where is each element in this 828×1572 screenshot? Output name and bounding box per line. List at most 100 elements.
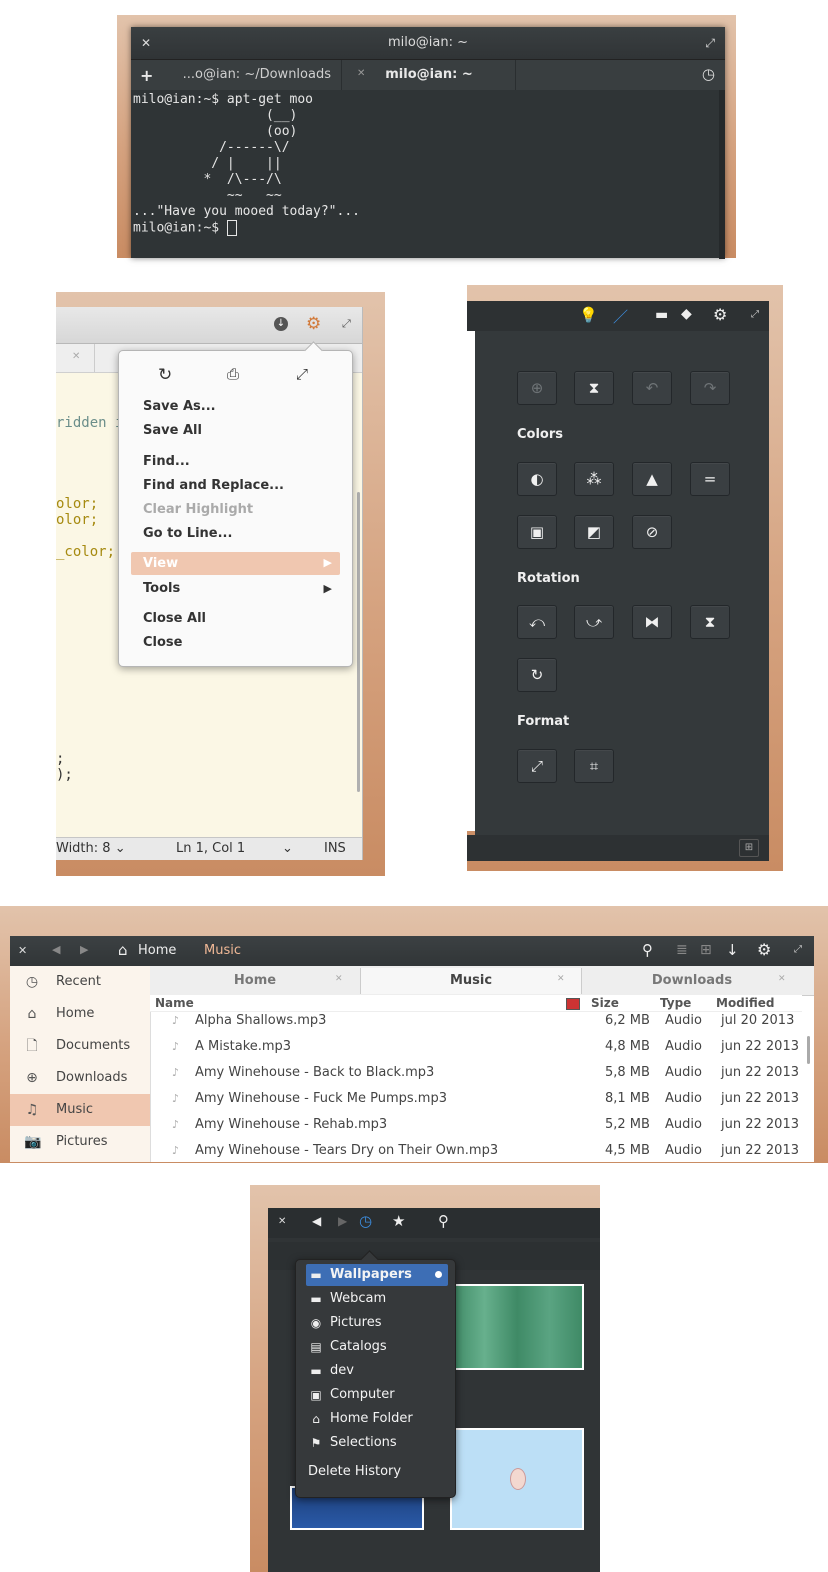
flip-horizontal-button[interactable]: ⧓ (632, 605, 672, 639)
tab-home[interactable]: Home (150, 968, 361, 994)
sidebar-item-music[interactable]: ♫ Music (10, 1094, 150, 1126)
desaturate-button[interactable]: ⊘ (632, 515, 672, 549)
close-icon[interactable]: ✕ (278, 1216, 286, 1227)
sidebar-item-recent[interactable]: ◷ Recent (10, 966, 150, 998)
cursor-position[interactable]: Ln 1, Col 1 (176, 841, 245, 856)
close-icon[interactable]: ✕ (18, 944, 27, 957)
comment-icon[interactable]: ▬ (655, 307, 668, 323)
fullscreen-icon[interactable]: ⤢ (296, 365, 308, 383)
chevron-down-icon[interactable]: ⌄ (282, 841, 293, 856)
terminal-output[interactable]: milo@ian:~$ apt-get moo (__) (oo) /-----… (131, 90, 725, 220)
editor-scrollbar[interactable] (357, 492, 360, 792)
star-icon[interactable]: ★ (392, 1212, 405, 1230)
maximize-icon[interactable]: ⤢ (342, 317, 351, 331)
file-row[interactable]: ♪ Amy Winehouse - Back to Black.mp3 5,8 MB… (150, 1060, 802, 1086)
search-icon[interactable]: ⚲ (438, 1212, 449, 1230)
search-icon[interactable]: ⚲ (642, 941, 653, 959)
menu-item-tools[interactable]: Tools (143, 581, 180, 596)
sidebar-item-documents[interactable]: 🗋 Documents (10, 1030, 150, 1062)
history-item-webcam[interactable]: ▬ Webcam (306, 1288, 448, 1310)
home-icon[interactable]: ⌂ (118, 941, 128, 959)
download-icon[interactable]: ↓ (726, 941, 739, 959)
history-clock-icon[interactable]: ◷ (702, 65, 715, 83)
contrast-button[interactable]: ◐ (517, 462, 557, 496)
maximize-icon[interactable]: ⤢ (751, 309, 759, 320)
menu-item-save-as[interactable]: Save As... (143, 399, 216, 414)
print-icon[interactable]: ⎙ (227, 365, 239, 383)
history-item-home-folder[interactable]: ⌂ Home Folder (306, 1408, 448, 1430)
close-tab-icon[interactable]: ✕ (335, 974, 343, 984)
back-icon[interactable]: ◀ (312, 1214, 321, 1228)
history-item-selections[interactable]: ⚑ Selections (306, 1432, 448, 1454)
forward-icon[interactable]: ▶ (80, 943, 88, 956)
menu-item-find-replace[interactable]: Find and Replace... (143, 478, 284, 493)
sidebar-item-downloads[interactable]: ⊕ Downloads (10, 1062, 150, 1094)
history-clock-icon[interactable]: ◷ (359, 1212, 372, 1230)
tab-music[interactable]: Music (361, 968, 582, 994)
file-name: Alpha Shallows.mp3 (195, 1013, 327, 1028)
history-item-wallpapers[interactable]: ▬ Wallpapers (306, 1264, 448, 1286)
terminal-scrollbar[interactable] (719, 90, 725, 259)
close-icon[interactable]: ✕ (141, 27, 151, 59)
maximize-icon[interactable]: ⤢ (705, 27, 715, 59)
thumbnail[interactable] (450, 1284, 584, 1370)
refresh-icon[interactable]: ↻ (158, 365, 172, 385)
tab-width-selector[interactable]: Width: 8 ⌄ (56, 841, 126, 856)
tag-icon[interactable]: ◆ (681, 306, 692, 322)
flip-vertical-button[interactable]: ⧗ (690, 605, 730, 639)
menu-item-save-all[interactable]: Save All (143, 423, 202, 438)
grid-view-icon[interactable]: ⊞ (700, 942, 712, 958)
menu-item-find[interactable]: Find... (143, 454, 190, 469)
new-tab-button[interactable]: + (140, 66, 153, 85)
menu-item-close[interactable]: Close (143, 635, 182, 650)
menu-item-view[interactable]: View ▶ (131, 552, 340, 575)
curves-button[interactable]: ◩ (574, 515, 614, 549)
history-item-dev[interactable]: ▬ dev (306, 1360, 448, 1382)
rotate-left-button[interactable]: ⤺ (517, 605, 557, 639)
file-row[interactable]: ♪ Alpha Shallows.mp3 6,2 MB Audio jul 20 201… (150, 1008, 802, 1034)
tab-downloads[interactable]: Downloads (582, 968, 802, 994)
maximize-icon[interactable]: ⤢ (794, 944, 802, 955)
back-icon[interactable]: ◀ (52, 943, 60, 956)
file-row[interactable]: ♪ Amy Winehouse - Tears Dry on Their Own.… (150, 1138, 802, 1162)
delete-history-button[interactable]: Delete History (308, 1464, 401, 1479)
breadcrumb-home[interactable]: Home (138, 943, 176, 958)
resize-button[interactable]: ⤢ (517, 749, 557, 783)
terminal-prompt-line[interactable]: milo@ian:~$ (133, 220, 237, 236)
breadcrumb-current[interactable]: Music (204, 943, 241, 958)
terminal-tab-active[interactable]: milo@ian: ~ (343, 60, 516, 90)
gradient-button[interactable]: ▣ (517, 515, 557, 549)
thumbnail[interactable] (450, 1428, 584, 1530)
file-modified: jun 22 2013 (721, 1039, 799, 1054)
history-item-pictures[interactable]: ◉ Pictures (306, 1312, 448, 1334)
menu-item-close-all[interactable]: Close All (143, 611, 206, 626)
history-item-computer[interactable]: ▣ Computer (306, 1384, 448, 1406)
sidebar-item-home[interactable]: ⌂ Home (10, 998, 150, 1030)
menu-item-go-to-line[interactable]: Go to Line... (143, 526, 232, 541)
gear-icon[interactable]: ⚙ (713, 305, 727, 324)
gear-icon[interactable]: ⚙ (757, 940, 771, 959)
crop-button[interactable]: ⌗ (574, 749, 614, 783)
hourglass-tool-button[interactable]: ⧗ (574, 371, 614, 405)
color-balance-button[interactable]: ⁂ (574, 462, 614, 496)
history-item-catalogs[interactable]: ▤ Catalogs (306, 1336, 448, 1358)
close-tab-icon[interactable]: ✕ (72, 351, 80, 362)
brush-icon[interactable]: ／ (613, 306, 628, 327)
close-tab-icon[interactable]: ✕ (557, 974, 565, 984)
rotate-free-button[interactable]: ↻ (517, 658, 557, 692)
file-list-scrollbar[interactable] (807, 1036, 810, 1064)
levels-button[interactable]: ▲ (632, 462, 672, 496)
file-row[interactable]: ♪ Amy Winehouse - Fuck Me Pumps.mp3 8,1 MB… (150, 1086, 802, 1112)
lightbulb-icon[interactable]: 💡 (579, 306, 598, 324)
file-row[interactable]: ♪ Amy Winehouse - Rehab.mp3 5,2 MB Audio jun… (150, 1112, 802, 1138)
close-tab-icon[interactable]: ✕ (778, 974, 786, 984)
terminal-tab[interactable]: ...o@ian: ~/Downloads (161, 60, 342, 90)
download-icon[interactable]: ↓ (274, 317, 288, 331)
rotate-right-button[interactable]: ⤻ (574, 605, 614, 639)
list-view-icon[interactable]: ≣ (676, 942, 688, 958)
gear-icon[interactable]: ⚙ (306, 314, 321, 334)
equalize-button[interactable]: = (690, 462, 730, 496)
sidebar-item-pictures[interactable]: 📷 Pictures (10, 1126, 150, 1158)
file-row[interactable]: ♪ A Mistake.mp3 4,8 MB Audio jun 22 2013 (150, 1034, 802, 1060)
grid-icon[interactable]: ⊞ (739, 839, 759, 857)
